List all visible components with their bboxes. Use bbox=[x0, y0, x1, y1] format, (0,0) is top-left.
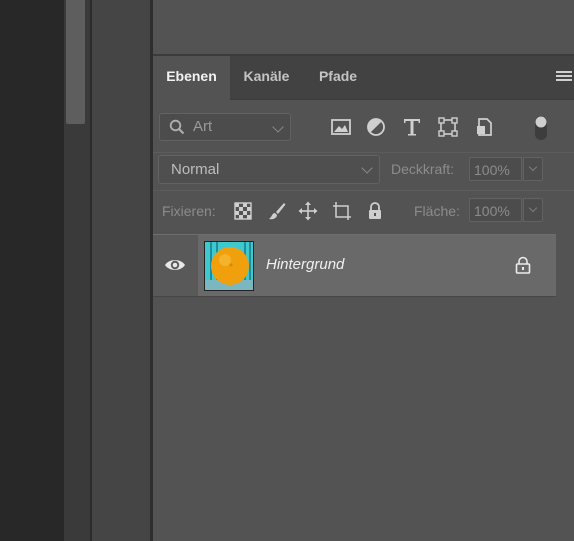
lock-artboard-icon[interactable] bbox=[332, 201, 352, 221]
opacity-dropdown[interactable] bbox=[523, 157, 543, 181]
panel-upper-area bbox=[153, 0, 574, 56]
panel-tab-bar: Ebenen Kanäle Pfade bbox=[153, 56, 574, 100]
type-filter-icon[interactable] bbox=[401, 116, 423, 138]
chevron-down-icon bbox=[528, 203, 538, 213]
opacity-input[interactable]: 100% bbox=[469, 157, 522, 181]
lock-all-icon[interactable] bbox=[365, 201, 385, 221]
fill-label: Fläche: bbox=[414, 203, 460, 219]
lock-row: Fixieren: Fläche: 100% bbox=[153, 190, 574, 229]
blend-mode-value: Normal bbox=[171, 161, 220, 178]
lock-transparent-pixels-icon[interactable] bbox=[233, 201, 253, 221]
lock-label: Fixieren: bbox=[162, 203, 216, 219]
tab-channels[interactable]: Kanäle bbox=[231, 56, 302, 99]
blend-opacity-row: Normal Deckkraft: 100% bbox=[153, 152, 574, 185]
fill-dropdown[interactable] bbox=[523, 198, 543, 222]
chevron-down-icon bbox=[361, 162, 373, 174]
lock-image-pixels-icon[interactable] bbox=[267, 201, 287, 221]
chevron-down-icon bbox=[272, 121, 284, 133]
image-filter-icon[interactable] bbox=[330, 116, 352, 138]
fill-input[interactable]: 100% bbox=[469, 198, 522, 222]
search-icon bbox=[169, 119, 185, 135]
tab-layers[interactable]: Ebenen bbox=[153, 56, 230, 100]
layer-filter-row: Art bbox=[153, 110, 574, 144]
layer-visibility-toggle[interactable] bbox=[153, 235, 198, 296]
layers-panel: Ebenen Kanäle Pfade Art Normal Deckkraft… bbox=[153, 0, 574, 541]
tab-paths[interactable]: Pfade bbox=[303, 56, 373, 99]
opacity-label: Deckkraft: bbox=[391, 161, 455, 177]
lock-position-icon[interactable] bbox=[298, 201, 318, 221]
layer-name[interactable]: Hintergrund bbox=[266, 256, 344, 273]
filter-kind-label: Art bbox=[193, 118, 213, 135]
adjustment-filter-icon[interactable] bbox=[365, 116, 387, 138]
left-scrollbar-thumb[interactable] bbox=[66, 0, 85, 124]
layer-row[interactable]: Hintergrund bbox=[153, 234, 556, 297]
left-dark-strip bbox=[0, 0, 64, 541]
blend-mode-select[interactable]: Normal bbox=[158, 155, 380, 184]
smart-object-filter-icon[interactable] bbox=[474, 116, 496, 138]
chevron-down-icon bbox=[528, 162, 538, 172]
eye-icon bbox=[165, 260, 185, 270]
filter-toggle-icon[interactable] bbox=[534, 112, 548, 142]
lock-icon bbox=[515, 256, 531, 274]
left-panel-column bbox=[92, 0, 150, 541]
layer-thumbnail bbox=[204, 241, 254, 291]
panel-menu-icon[interactable] bbox=[556, 71, 572, 83]
layer-kind-filter-select[interactable]: Art bbox=[159, 113, 291, 141]
shape-filter-icon[interactable] bbox=[437, 116, 459, 138]
